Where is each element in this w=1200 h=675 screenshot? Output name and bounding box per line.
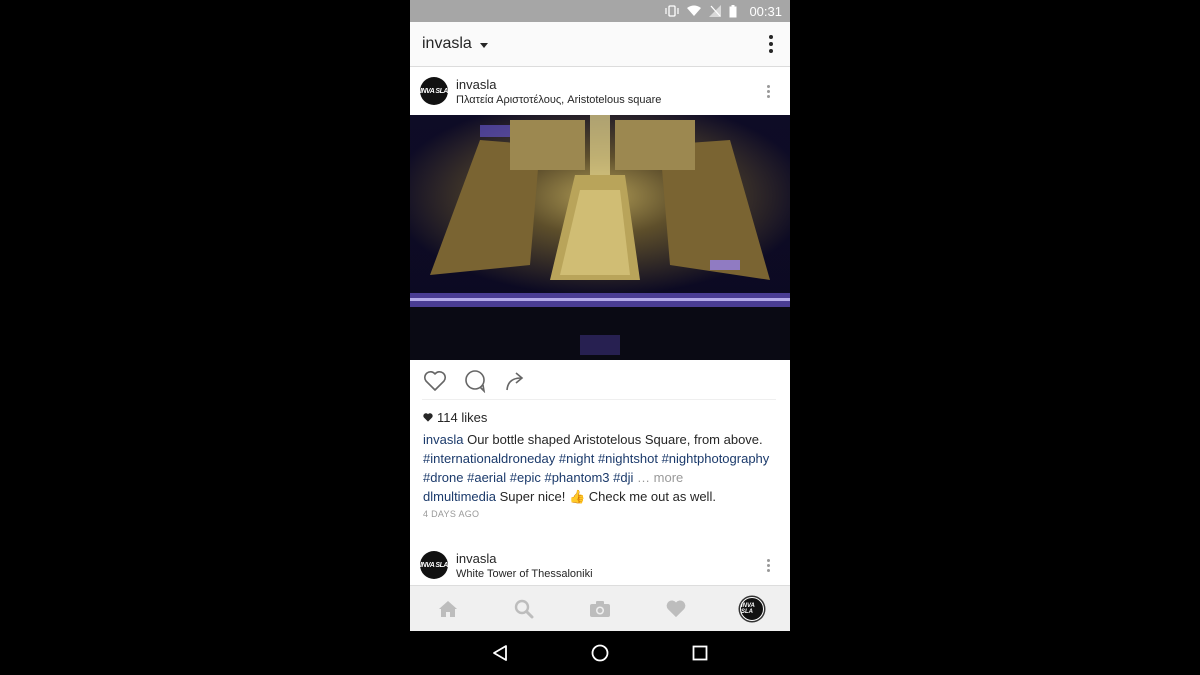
next-post-location[interactable]: White Tower of Thessaloniki: [456, 568, 593, 580]
post-options-icon[interactable]: [767, 84, 770, 98]
comment-username[interactable]: dlmultimedia: [423, 489, 496, 504]
search-icon[interactable]: [505, 591, 543, 627]
likes-count[interactable]: 114 likes: [423, 410, 487, 425]
chevron-down-icon[interactable]: [479, 42, 488, 48]
hashtag[interactable]: #night: [559, 451, 594, 466]
app-bar: invasla: [410, 22, 790, 67]
hashtag[interactable]: #nightshot: [598, 451, 658, 466]
hashtag[interactable]: #dji: [613, 470, 633, 485]
hashtag[interactable]: #phantom3: [544, 470, 609, 485]
next-post-username[interactable]: invasla: [456, 551, 593, 566]
post-photo[interactable]: [410, 115, 790, 360]
next-post-header: INVA SLA invasla White Tower of Thessalo…: [410, 545, 790, 585]
avatar[interactable]: INVA SLA: [420, 551, 448, 579]
profile-tab[interactable]: INVA SLA: [733, 591, 771, 627]
wifi-icon: [687, 5, 702, 17]
status-bar: 00:31: [410, 0, 790, 22]
share-icon[interactable]: [502, 368, 528, 394]
hashtag[interactable]: #nightphotography: [662, 451, 770, 466]
comment-icon[interactable]: [462, 368, 488, 394]
caption-text: Our bottle shaped Aristotelous Square, f…: [467, 432, 763, 447]
small-heart-icon: [423, 413, 433, 422]
caption: invasla Our bottle shaped Aristotelous S…: [423, 430, 778, 506]
comment-text: Super nice! 👍 Check me out as well.: [499, 489, 716, 504]
hashtag[interactable]: #drone: [423, 470, 463, 485]
divider: [422, 399, 776, 400]
next-post-options-icon[interactable]: [767, 558, 770, 572]
recents-icon[interactable]: [685, 638, 715, 668]
more-link[interactable]: … more: [637, 470, 683, 485]
vibrate-icon: [665, 5, 680, 17]
heart-icon[interactable]: [657, 591, 695, 627]
home-icon[interactable]: [429, 591, 467, 627]
hashtag[interactable]: #internationaldroneday: [423, 451, 555, 466]
caption-username[interactable]: invasla: [423, 432, 463, 447]
clock: 00:31: [749, 3, 782, 19]
home-circle-icon[interactable]: [585, 638, 615, 668]
options-menu-icon[interactable]: [764, 35, 778, 53]
hashtag[interactable]: #aerial: [467, 470, 506, 485]
avatar[interactable]: INVA SLA: [420, 77, 448, 105]
like-heart-icon[interactable]: [422, 368, 448, 394]
post-timestamp: 4 DAYS AGO: [423, 509, 480, 519]
android-nav-bar: [410, 631, 790, 675]
likes-label: 114 likes: [437, 410, 488, 425]
back-icon[interactable]: [485, 638, 515, 668]
post-location[interactable]: Πλατεία Αριστοτέλους, Aristotelous squar…: [456, 94, 661, 106]
battery-icon: [729, 4, 737, 18]
phone-screen: 00:31 invasla INVA SLA invasla Πλατεία Α…: [410, 0, 790, 675]
hashtag[interactable]: #epic: [510, 470, 541, 485]
no-signal-icon: [709, 5, 722, 17]
account-switcher[interactable]: invasla: [422, 35, 472, 53]
post-username[interactable]: invasla: [456, 77, 661, 92]
avatar: INVA SLA: [740, 596, 764, 621]
post-content: 114 likes invasla Our bottle shaped Aris…: [410, 360, 790, 585]
post-header: INVA SLA invasla Πλατεία Αριστοτέλους, A…: [410, 67, 790, 115]
bottom-tab-bar: INVA SLA: [410, 585, 790, 631]
camera-icon[interactable]: [581, 591, 619, 627]
